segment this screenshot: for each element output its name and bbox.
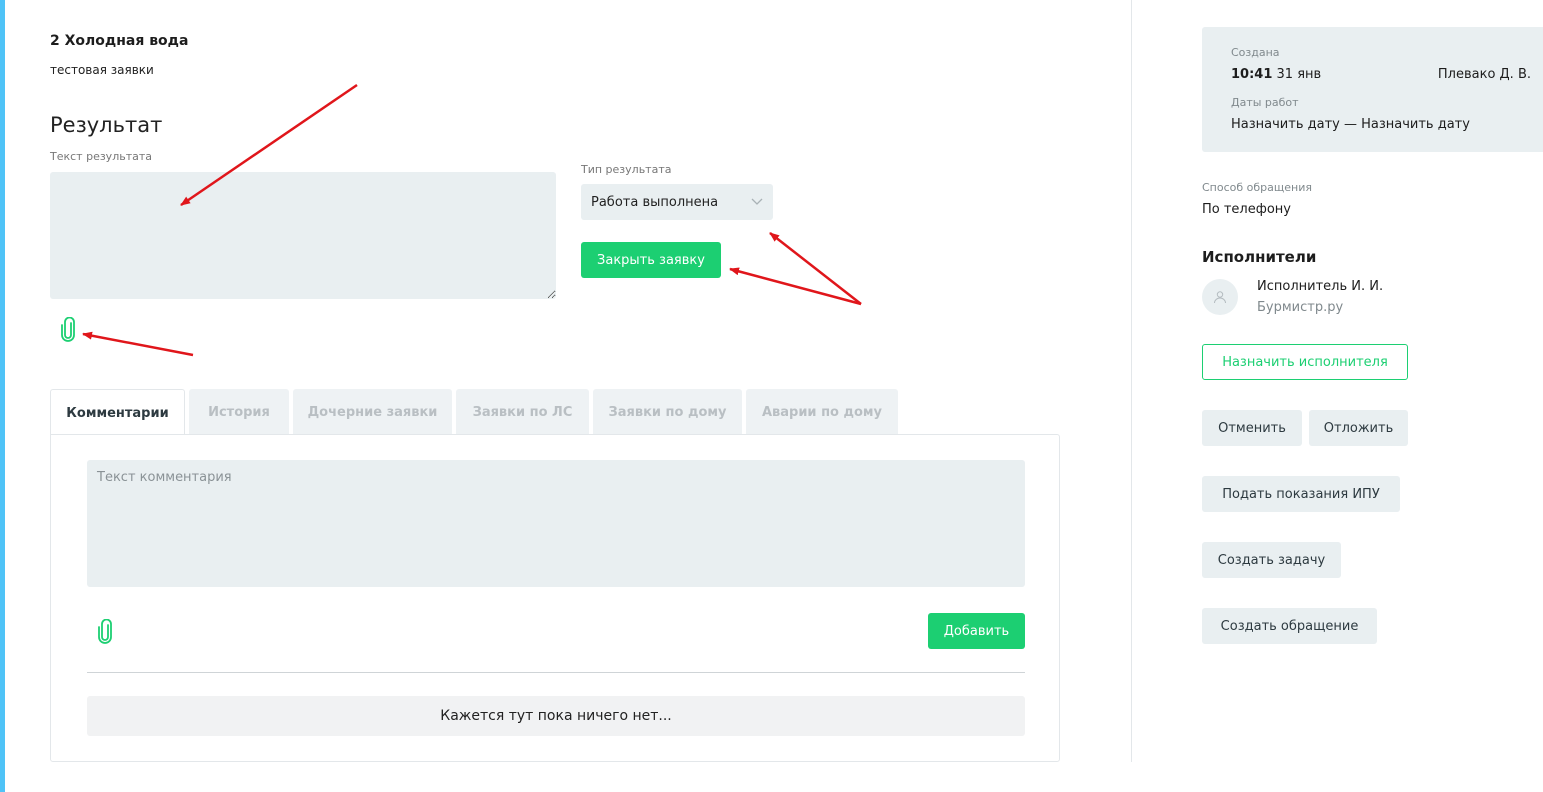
result-type-value: Работа выполнена (591, 194, 719, 210)
create-appeal-button[interactable]: Создать обращение (1202, 608, 1377, 644)
executor-avatar (1202, 279, 1238, 315)
divider (87, 672, 1025, 673)
result-text-input[interactable] (50, 172, 556, 299)
empty-state: Кажется тут пока ничего нет... (87, 696, 1025, 736)
tab-bar: Комментарии История Дочерние заявки Заяв… (50, 389, 902, 436)
result-type-select[interactable]: Работа выполнена (581, 184, 773, 220)
contact-method-label: Способ обращения (1202, 181, 1312, 194)
result-type-label: Тип результата (581, 163, 672, 176)
request-main: 2 Холодная вода тестовая заявки Результа… (50, 0, 1080, 792)
contact-method-value: По телефону (1202, 202, 1292, 217)
created-datetime: 10:41 31 янв (1231, 67, 1321, 82)
result-text-label: Текст результата (50, 150, 153, 163)
result-heading: Результат (50, 113, 163, 137)
column-separator (1131, 0, 1132, 762)
executor-name: Исполнитель И. И. (1257, 279, 1384, 294)
cancel-request-button[interactable]: Отменить (1202, 410, 1302, 446)
close-request-button[interactable]: Закрыть заявку (581, 242, 721, 278)
created-date: 31 янв (1276, 67, 1322, 82)
tab-history[interactable]: История (189, 389, 289, 435)
tab-house-emergencies[interactable]: Аварии по дому (746, 389, 898, 435)
postpone-request-button[interactable]: Отложить (1309, 410, 1408, 446)
executors-heading: Исполнители (1202, 248, 1317, 266)
work-dates-label: Даты работ (1231, 96, 1299, 109)
tab-comments[interactable]: Комментарии (50, 389, 185, 436)
created-label: Создана (1231, 46, 1280, 59)
author-name: Плевако Д. В. (1437, 67, 1531, 82)
paperclip-icon (61, 317, 75, 342)
add-comment-button[interactable]: Добавить (928, 613, 1025, 649)
assign-executor-button[interactable]: Назначить исполнителя (1202, 344, 1408, 380)
attach-result-button[interactable] (50, 312, 86, 348)
request-title: 2 Холодная вода (50, 33, 189, 49)
paperclip-icon (98, 619, 112, 644)
info-card: Создана 10:41 31 янв Плевако Д. В. Даты … (1202, 27, 1543, 152)
comment-input[interactable]: Текст комментария (87, 460, 1025, 587)
attach-comment-button[interactable] (87, 614, 123, 650)
work-dates-value[interactable]: Назначить дату — Назначить дату (1231, 117, 1470, 132)
request-description: тестовая заявки (50, 63, 154, 77)
tab-child-requests[interactable]: Дочерние заявки (293, 389, 452, 435)
user-icon (1214, 291, 1226, 304)
tab-account-requests[interactable]: Заявки по ЛС (456, 389, 589, 435)
left-accent-strip (0, 0, 5, 792)
tab-house-requests[interactable]: Заявки по дому (593, 389, 742, 435)
chevron-down-icon (751, 198, 763, 205)
created-time: 10:41 (1231, 67, 1273, 82)
executor-company: Бурмистр.ру (1257, 300, 1344, 315)
create-task-button[interactable]: Создать задачу (1202, 542, 1341, 578)
comments-panel: Текст комментария Добавить Кажется тут п… (50, 434, 1060, 762)
submit-meter-readings-button[interactable]: Подать показания ИПУ (1202, 476, 1400, 512)
